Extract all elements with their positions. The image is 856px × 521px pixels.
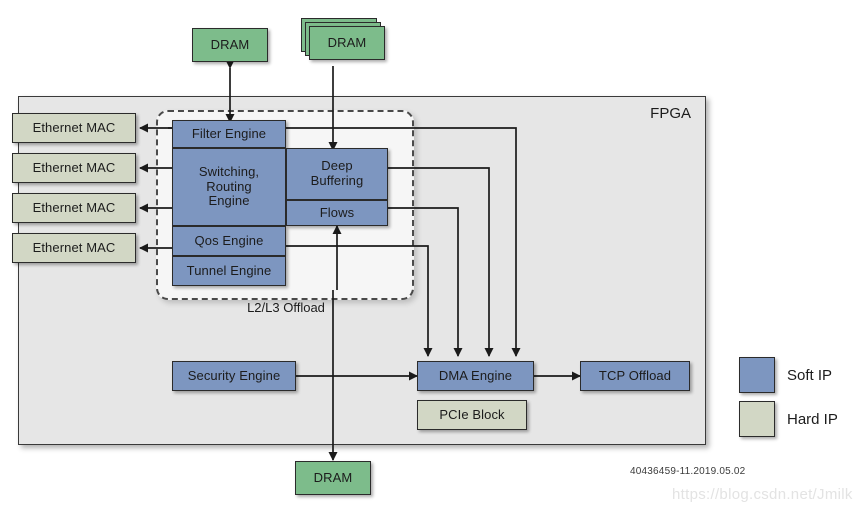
flows-label: Flows	[319, 204, 355, 220]
ethernet-mac-4-label: Ethernet MAC	[32, 239, 116, 255]
pcie-block: PCIe Block	[417, 400, 527, 430]
dram-top-left: DRAM	[192, 28, 268, 62]
security-engine-label: Security Engine	[187, 367, 281, 383]
tunnel-engine-label: Tunnel Engine	[186, 262, 272, 278]
ethernet-mac-2-label: Ethernet MAC	[32, 159, 116, 175]
legend-item-soft-ip: Soft IP	[739, 357, 832, 393]
ethernet-mac-3-label: Ethernet MAC	[32, 199, 116, 215]
tunnel-engine-block: Tunnel Engine	[172, 256, 286, 286]
flows-block: Flows	[286, 200, 388, 226]
dma-engine-block: DMA Engine	[417, 361, 534, 391]
legend-label-hard-ip: Hard IP	[787, 410, 838, 428]
dram-top-right-label: DRAM	[327, 34, 367, 50]
figure-caption: 40436459-11.2019.05.02	[630, 466, 746, 477]
ethernet-mac-1-label: Ethernet MAC	[32, 119, 116, 135]
fpga-label: FPGA	[650, 105, 691, 122]
l2l3-offload-label: L2/L3 Offload	[247, 300, 325, 315]
tcp-offload-block: TCP Offload	[580, 361, 690, 391]
pcie-block-label: PCIe Block	[439, 406, 505, 422]
legend: Soft IP Hard IP	[739, 357, 849, 445]
ethernet-mac-2: Ethernet MAC	[12, 153, 136, 183]
deep-buffering-label: Deep Buffering	[310, 158, 364, 188]
qos-engine-label: Qos Engine	[194, 232, 264, 248]
filter-engine-label: Filter Engine	[191, 125, 267, 141]
ethernet-mac-3: Ethernet MAC	[12, 193, 136, 223]
tcp-offload-label: TCP Offload	[598, 367, 672, 383]
switching-routing-engine-label: Switching, Routing Engine	[198, 164, 260, 209]
ethernet-mac-1: Ethernet MAC	[12, 113, 136, 143]
filter-engine-block: Filter Engine	[172, 120, 286, 148]
security-engine-block: Security Engine	[172, 361, 296, 391]
legend-swatch-hard-ip	[739, 401, 775, 437]
ethernet-mac-4: Ethernet MAC	[12, 233, 136, 263]
legend-label-soft-ip: Soft IP	[787, 366, 833, 384]
legend-swatch-soft-ip	[739, 357, 775, 393]
deep-buffering-block: Deep Buffering	[286, 148, 388, 200]
dma-engine-label: DMA Engine	[438, 367, 513, 383]
legend-item-hard-ip: Hard IP	[739, 401, 838, 437]
dram-top-right: DRAM	[309, 26, 385, 60]
switching-routing-engine-block: Switching, Routing Engine	[172, 148, 286, 226]
dram-bottom: DRAM	[295, 461, 371, 495]
watermark: https://blog.csdn.net/Jmilk	[672, 486, 853, 503]
diagram-canvas: FPGA L2/L3 Offload DRAM DRAM DRAM Ethern…	[0, 0, 856, 521]
dram-top-left-label: DRAM	[210, 36, 250, 52]
qos-engine-block: Qos Engine	[172, 226, 286, 256]
dram-bottom-label: DRAM	[313, 469, 353, 485]
